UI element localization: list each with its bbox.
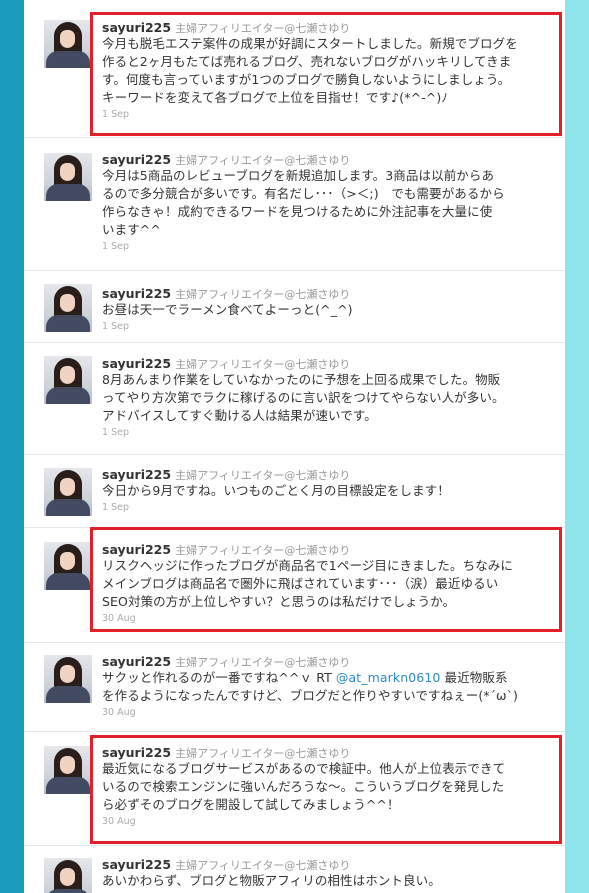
username-link[interactable]: sayuri225 (102, 356, 171, 371)
fullname: 主婦アフィリエイター@七瀬さゆり (175, 358, 351, 371)
mention-link[interactable]: @at_markn0610 (336, 670, 441, 685)
avatar[interactable] (44, 284, 92, 332)
avatar[interactable] (44, 468, 92, 516)
tweet-text: 今月も脱毛エステ案件の成果が好調にスタートしました。新規でブログを 作ると2ヶ月… (102, 36, 518, 105)
username-link[interactable]: sayuri225 (102, 152, 171, 167)
username-link[interactable]: sayuri225 (102, 542, 171, 557)
username-link[interactable]: sayuri225 (102, 654, 171, 669)
tweet: sayuri225 主婦アフィリエイター@七瀬さゆり リスクヘッジに作ったブログが… (24, 528, 565, 643)
timestamp-link[interactable]: 1 Sep (102, 427, 557, 439)
timestamp-link[interactable]: 30 Aug (102, 707, 557, 719)
avatar[interactable] (44, 356, 92, 404)
tweet-text: 今日から9月ですね。いつものごとく月の目標設定をします！ (102, 483, 450, 498)
timestamp-link[interactable]: 1 Sep (102, 502, 557, 514)
avatar[interactable] (44, 858, 92, 893)
username-link[interactable]: sayuri225 (102, 857, 171, 872)
tweet-text: 今月は5商品のレビューブログを新規追加します。3商品は以前からあ るので多分競合… (102, 168, 505, 237)
timestamp-link[interactable]: 1 Sep (102, 109, 557, 121)
username-link[interactable]: sayuri225 (102, 467, 171, 482)
username-link[interactable]: sayuri225 (102, 20, 171, 35)
avatar[interactable] (44, 542, 92, 590)
tweet: sayuri225 主婦アフィリエイター@七瀬さゆり 今日から9月ですね。いつもの… (24, 455, 565, 528)
tweet-text: あいかわらず、ブログと物販アフィリの相性はホント良い。 (102, 873, 441, 888)
timestamp-link[interactable]: 30 Aug (102, 613, 557, 625)
tweet-text: 8月あんまり作業をしていなかったのに予想を上回る成果でした。物販 ってやり方次第… (102, 372, 505, 423)
tweet-text: リスクヘッジに作ったブログが商品名で1ページ目にきました。ちなみに メインブログ… (102, 558, 514, 609)
tweet-text: 最近気になるブログサービスがあるので検証中。他人が上位表示できて いるので検索エ… (102, 761, 506, 812)
fullname: 主婦アフィリエイター@七瀬さゆり (175, 22, 351, 35)
avatar[interactable] (44, 746, 92, 794)
avatar[interactable] (44, 20, 92, 68)
tweet-text: お昼は天一でラーメン食べてよーっと(^_^) (102, 302, 353, 317)
fullname: 主婦アフィリエイター@七瀬さゆり (175, 288, 351, 301)
left-border (0, 0, 24, 893)
tweet: sayuri225 主婦アフィリエイター@七瀬さゆり お昼は天一でラーメン食べてよ… (24, 271, 565, 343)
fullname: 主婦アフィリエイター@七瀬さゆり (175, 747, 351, 760)
timestamp-link[interactable]: 30 Aug (102, 816, 557, 828)
fullname: 主婦アフィリエイター@七瀬さゆり (175, 656, 351, 669)
tweet: sayuri225 主婦アフィリエイター@七瀬さゆり 今月も脱毛エステ案件の成果が… (24, 0, 565, 138)
tweet: sayuri225 主婦アフィリエイター@七瀬さゆり 最近気になるブログサービスが… (24, 732, 565, 846)
username-link[interactable]: sayuri225 (102, 286, 171, 301)
fullname: 主婦アフィリエイター@七瀬さゆり (175, 544, 351, 557)
tweet-text: サクッと作れるのが一番ですね^^ｖ RT @at_markn0610 最近物販系… (102, 670, 518, 703)
tweet: sayuri225 主婦アフィリエイター@七瀬さゆり 8月あんまり作業をしていなか… (24, 343, 565, 455)
timestamp-link[interactable]: 1 Sep (102, 321, 557, 333)
fullname: 主婦アフィリエイター@七瀬さゆり (175, 154, 351, 167)
avatar[interactable] (44, 153, 92, 201)
tweet: sayuri225 主婦アフィリエイター@七瀬さゆり サクッと作れるのが一番ですね… (24, 643, 565, 732)
timeline: sayuri225 主婦アフィリエイター@七瀬さゆり 今月も脱毛エステ案件の成果が… (24, 0, 565, 893)
fullname: 主婦アフィリエイター@七瀬さゆり (175, 859, 351, 872)
avatar[interactable] (44, 655, 92, 703)
tweet: sayuri225 主婦アフィリエイター@七瀬さゆり あいかわらず、ブログと物販ア… (24, 846, 565, 893)
fullname: 主婦アフィリエイター@七瀬さゆり (175, 469, 351, 482)
username-link[interactable]: sayuri225 (102, 745, 171, 760)
timestamp-link[interactable]: 1 Sep (102, 241, 557, 253)
tweet: sayuri225 主婦アフィリエイター@七瀬さゆり 今月は5商品のレビューブログ… (24, 138, 565, 271)
right-background (565, 0, 589, 893)
